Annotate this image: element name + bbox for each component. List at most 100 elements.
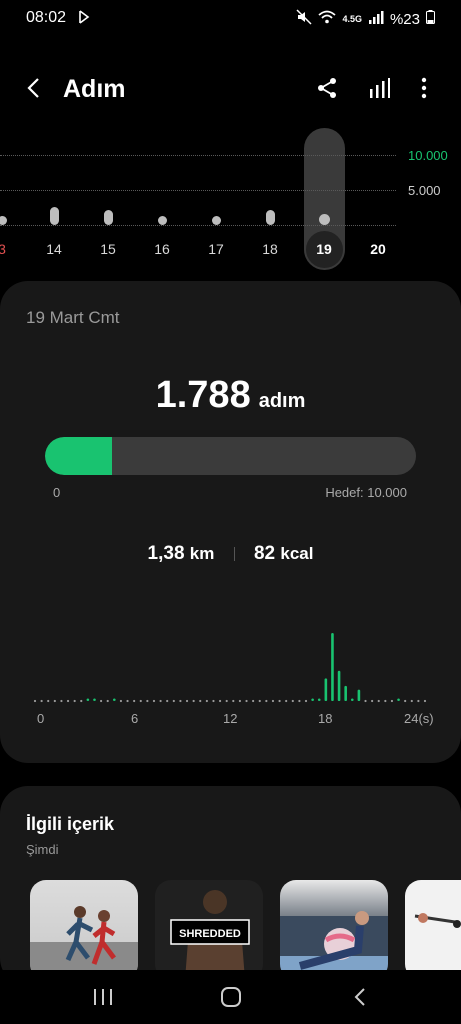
hour-empty-dot bbox=[271, 699, 275, 703]
step-count-value: 1.788 bbox=[155, 374, 251, 416]
hour-empty-dot bbox=[139, 699, 142, 703]
hour-empty-dot bbox=[47, 699, 50, 703]
day-bar[interactable] bbox=[265, 210, 275, 225]
hour-empty-dot bbox=[417, 699, 420, 703]
progress-min-label: 0 bbox=[53, 485, 61, 500]
share-icon bbox=[318, 78, 336, 98]
more-vert-icon bbox=[421, 77, 427, 99]
status-bar: 08:02 4.5G %23 bbox=[0, 0, 461, 36]
day-bar[interactable] bbox=[103, 210, 113, 225]
hour-empty-dot bbox=[146, 699, 149, 703]
more-options-button[interactable] bbox=[419, 77, 429, 104]
hour-empty-dot bbox=[252, 699, 255, 703]
signal-icon bbox=[368, 10, 384, 28]
goal-progress-bar bbox=[45, 437, 416, 475]
hour-tick-label: 18 bbox=[318, 711, 333, 726]
hour-empty-dot bbox=[232, 699, 235, 703]
calories-value: 82 bbox=[253, 543, 276, 564]
nav-back-icon bbox=[354, 988, 365, 1006]
hour-empty-dot bbox=[192, 699, 195, 703]
day-label[interactable]: 18 bbox=[250, 241, 290, 257]
hour-empty-dot bbox=[285, 699, 288, 703]
hour-empty-dot bbox=[371, 699, 374, 703]
hour-empty-dot bbox=[384, 699, 387, 703]
related-item-shredded[interactable]: SHREDDED bbox=[155, 880, 263, 980]
hour-bar bbox=[350, 698, 354, 701]
day-bar[interactable] bbox=[318, 214, 330, 225]
back-button[interactable] bbox=[24, 76, 44, 105]
hour-bar bbox=[337, 670, 341, 701]
summary-date: 19 Mart Cmt bbox=[26, 308, 120, 327]
hour-empty-dot bbox=[205, 699, 208, 703]
hour-empty-dot bbox=[410, 699, 413, 703]
related-item-running[interactable] bbox=[30, 880, 138, 980]
hour-bar bbox=[317, 698, 321, 701]
hour-bar bbox=[113, 698, 116, 701]
step-count: 1.788 adım bbox=[0, 374, 461, 417]
hour-bar bbox=[357, 689, 361, 701]
stats-button[interactable] bbox=[368, 77, 390, 104]
hour-empty-dot bbox=[172, 699, 175, 703]
hour-empty-dot bbox=[390, 699, 394, 703]
day-label[interactable]: 16 bbox=[142, 241, 182, 257]
bar-chart-icon bbox=[370, 78, 390, 98]
related-content-card: İlgili içerik Şimdi SHREDDED bbox=[0, 786, 461, 986]
day-label[interactable]: 17 bbox=[196, 241, 236, 257]
hour-empty-dot bbox=[60, 699, 63, 703]
recent-apps-icon bbox=[94, 989, 112, 1005]
day-bar[interactable] bbox=[157, 215, 167, 225]
day-label[interactable]: 14 bbox=[34, 241, 74, 257]
daily-summary-card: 19 Mart Cmt 1.788 adım 0 Hedef: 10.000 1,… bbox=[0, 281, 461, 763]
hour-tick-label: 0 bbox=[37, 711, 45, 726]
hour-empty-dot bbox=[106, 699, 109, 703]
nav-back-button[interactable] bbox=[352, 987, 368, 1012]
hour-empty-dot bbox=[159, 699, 162, 703]
day-bar[interactable] bbox=[0, 216, 7, 225]
hour-empty-dot bbox=[152, 699, 156, 703]
hour-empty-dot bbox=[423, 699, 427, 703]
step-count-unit: adım bbox=[258, 390, 306, 412]
hour-empty-dot bbox=[304, 699, 308, 703]
related-item-band[interactable] bbox=[405, 880, 461, 980]
day-label[interactable]: 19 bbox=[304, 241, 344, 257]
hour-empty-dot bbox=[245, 699, 248, 703]
share-button[interactable] bbox=[316, 76, 338, 105]
hour-bar bbox=[324, 678, 328, 701]
day-label[interactable]: 20 bbox=[358, 241, 398, 257]
progress-goal-label: Hedef: 10.000 bbox=[325, 485, 407, 500]
nfc-icon bbox=[76, 9, 90, 30]
home-button[interactable] bbox=[220, 986, 242, 1013]
hour-empty-dot bbox=[258, 699, 261, 703]
distance-calories: 1,38 km 82 kcal bbox=[0, 543, 461, 565]
weekly-step-chart[interactable]: 3 14 15 16 17 18 19 20 bbox=[0, 125, 461, 275]
hour-empty-dot bbox=[404, 699, 407, 703]
hour-empty-dot bbox=[185, 699, 189, 703]
status-icons: 4.5G %23 bbox=[296, 9, 435, 29]
hour-empty-dot bbox=[80, 699, 83, 703]
hour-bar bbox=[397, 698, 400, 701]
hour-bar bbox=[331, 633, 334, 701]
hour-bar bbox=[86, 698, 90, 701]
hour-bar bbox=[344, 685, 347, 701]
system-nav-bar bbox=[0, 970, 461, 1024]
hour-bar bbox=[93, 698, 96, 701]
goal-progress-fill bbox=[45, 437, 112, 475]
related-subtitle: Şimdi bbox=[26, 842, 59, 857]
day-label[interactable]: 15 bbox=[88, 241, 128, 257]
recent-apps-button[interactable] bbox=[92, 988, 114, 1011]
hour-empty-dot bbox=[119, 699, 123, 703]
day-bar[interactable] bbox=[211, 216, 221, 225]
hour-empty-dot bbox=[166, 699, 169, 703]
distance-value: 1,38 bbox=[147, 543, 185, 564]
hour-empty-dot bbox=[179, 699, 182, 703]
calories-unit: kcal bbox=[280, 544, 314, 563]
network-type: 4.5G bbox=[342, 14, 362, 24]
day-bar[interactable] bbox=[49, 206, 59, 225]
battery-percent: %23 bbox=[389, 10, 420, 28]
hour-bar bbox=[311, 698, 314, 701]
hour-empty-dot bbox=[225, 699, 228, 703]
home-icon bbox=[221, 987, 241, 1007]
hour-empty-dot bbox=[278, 699, 281, 703]
related-item-ball[interactable] bbox=[280, 880, 388, 980]
day-label[interactable]: 3 bbox=[0, 241, 22, 257]
